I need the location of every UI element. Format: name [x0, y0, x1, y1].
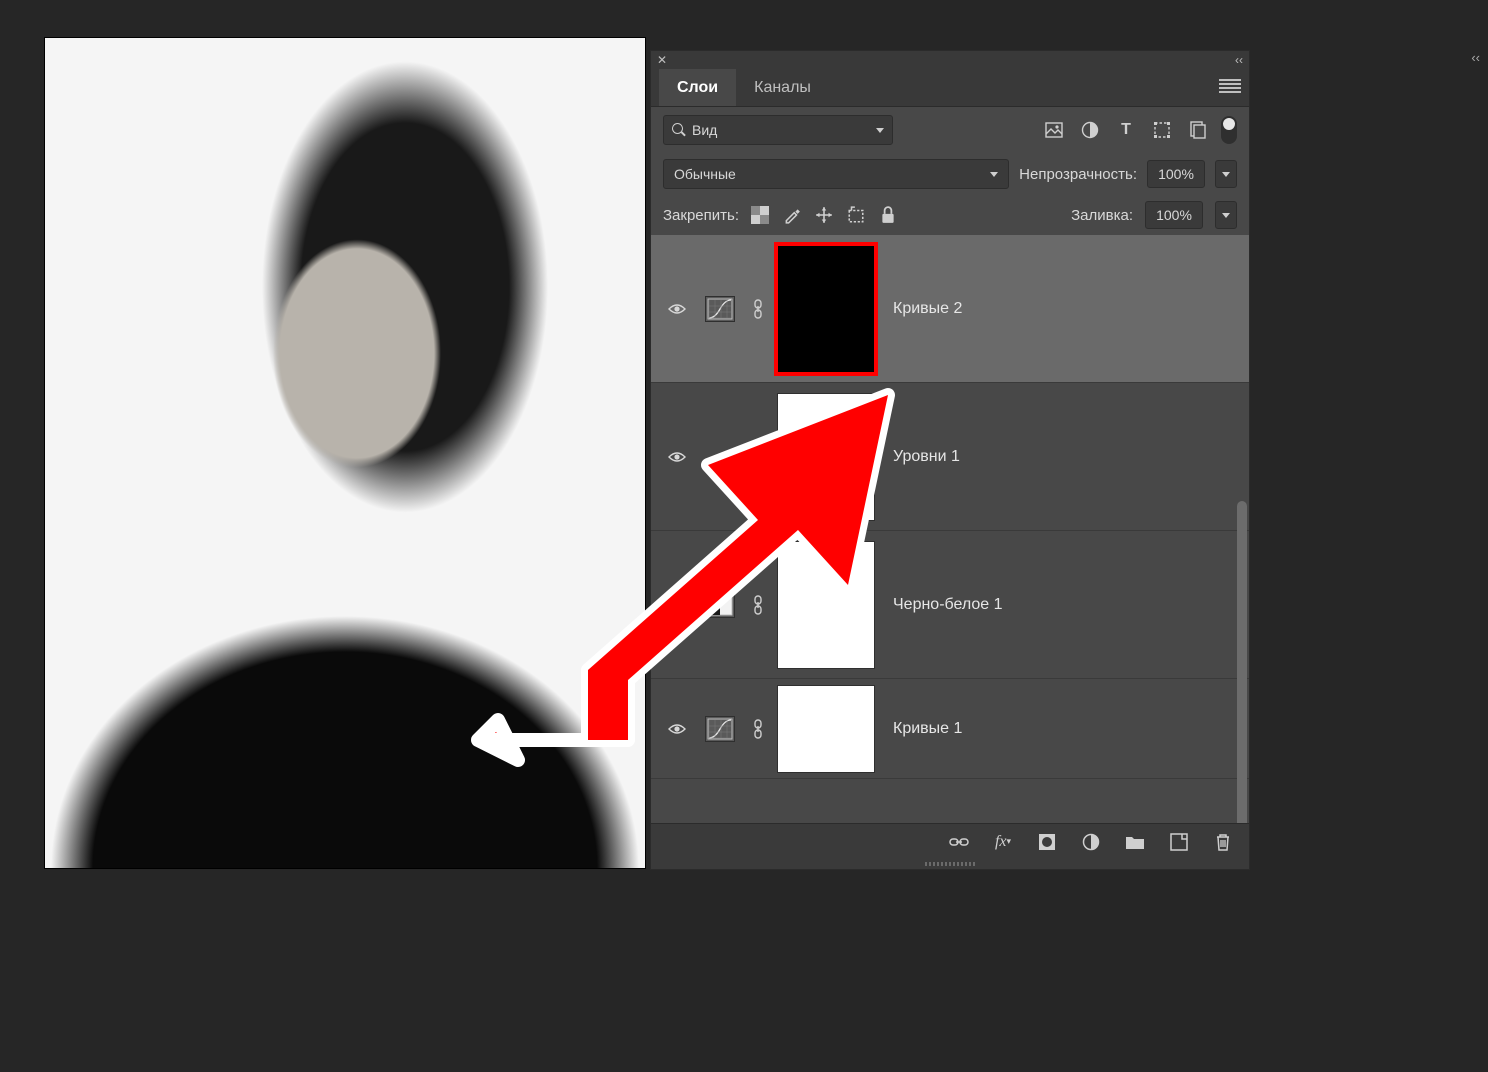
collapse-panels-icon[interactable]: ‹‹	[1471, 50, 1480, 65]
filter-adjustment-icon[interactable]	[1081, 121, 1099, 139]
collapse-icon[interactable]: ‹‹	[1235, 53, 1243, 67]
layer-name[interactable]: Кривые 2	[893, 300, 962, 318]
blend-mode-value: Обычные	[674, 166, 736, 182]
adjustment-thumb-curves[interactable]	[705, 296, 735, 322]
link-icon[interactable]	[749, 595, 767, 615]
visibility-toggle[interactable]	[661, 451, 693, 463]
filter-type-icon[interactable]: T	[1117, 121, 1135, 139]
lock-position-icon[interactable]	[815, 206, 833, 224]
opacity-label: Непрозрачность:	[1019, 166, 1137, 183]
add-mask-icon[interactable]	[1037, 832, 1057, 852]
layer-row[interactable]: Кривые 2	[651, 235, 1249, 383]
opacity-stepper[interactable]	[1215, 160, 1237, 188]
panel-menu-icon[interactable]	[1219, 79, 1241, 93]
filter-type-label: Вид	[692, 122, 717, 138]
fill-label: Заливка:	[1071, 207, 1133, 224]
chevron-down-icon	[990, 172, 998, 177]
lock-row: Закрепить: Заливка: 100%	[651, 195, 1249, 235]
filter-toggle[interactable]	[1221, 116, 1237, 144]
filter-shape-icon[interactable]	[1153, 121, 1171, 139]
canvas-document[interactable]	[45, 38, 645, 868]
filter-smartobject-icon[interactable]	[1189, 121, 1207, 139]
layer-row[interactable]: Уровни 1	[651, 383, 1249, 531]
layer-mask-thumb[interactable]	[777, 393, 875, 521]
fill-stepper[interactable]	[1215, 201, 1237, 229]
filter-image-icon[interactable]	[1045, 121, 1063, 139]
filter-type-select[interactable]: Вид	[663, 115, 893, 145]
delete-layer-icon[interactable]	[1213, 832, 1233, 852]
panel-resize-grip[interactable]	[651, 859, 1249, 869]
link-layers-icon[interactable]	[949, 832, 969, 852]
eye-icon	[668, 723, 686, 735]
layers-list: Кривые 2 Уровни 1 Черно-белое 1 К	[651, 235, 1249, 823]
visibility-toggle[interactable]	[661, 723, 693, 735]
new-layer-icon[interactable]	[1169, 832, 1189, 852]
eye-icon	[668, 451, 686, 463]
eye-icon	[668, 599, 686, 611]
close-icon[interactable]: ✕	[657, 54, 667, 66]
layer-mask-thumb[interactable]	[777, 685, 875, 773]
link-icon[interactable]	[749, 299, 767, 319]
lock-artboard-icon[interactable]	[847, 206, 865, 224]
lock-all-icon[interactable]	[879, 206, 897, 224]
new-adjustment-icon[interactable]	[1081, 832, 1101, 852]
panel-footer: fx▾	[651, 823, 1249, 859]
fill-value[interactable]: 100%	[1145, 201, 1203, 229]
filter-icons: T	[1045, 121, 1207, 139]
link-icon[interactable]	[749, 719, 767, 739]
adjustment-thumb-bw[interactable]	[705, 592, 735, 618]
tab-channels[interactable]: Каналы	[736, 69, 829, 106]
layer-name[interactable]: Уровни 1	[893, 448, 960, 466]
layer-mask-thumb[interactable]	[777, 541, 875, 669]
layer-row[interactable]: Черно-белое 1	[651, 531, 1249, 679]
layer-name[interactable]: Черно-белое 1	[893, 596, 1003, 614]
lock-paint-icon[interactable]	[783, 206, 801, 224]
link-icon[interactable]	[749, 447, 767, 467]
visibility-toggle[interactable]	[661, 303, 693, 315]
blend-mode-select[interactable]: Обычные	[663, 159, 1009, 189]
visibility-toggle[interactable]	[661, 599, 693, 611]
lock-label: Закрепить:	[663, 207, 739, 224]
scrollbar[interactable]	[1237, 501, 1247, 823]
layers-panel: ✕ ‹‹ Слои Каналы Вид T	[650, 50, 1250, 870]
layer-mask-thumb[interactable]	[777, 245, 875, 373]
new-group-icon[interactable]	[1125, 832, 1145, 852]
fx-icon[interactable]: fx▾	[993, 832, 1013, 852]
panel-titlebar: ✕ ‹‹	[651, 51, 1249, 69]
document-image-fg	[45, 548, 645, 868]
layer-row[interactable]: Кривые 1	[651, 679, 1249, 779]
chevron-down-icon	[876, 128, 884, 133]
filter-row: Вид T	[651, 107, 1249, 153]
panel-tabs: Слои Каналы	[651, 69, 1249, 107]
layer-name[interactable]: Кривые 1	[893, 720, 962, 738]
eye-icon	[668, 303, 686, 315]
adjustment-thumb-curves[interactable]	[705, 716, 735, 742]
tab-layers[interactable]: Слои	[659, 69, 736, 106]
search-icon	[672, 123, 686, 137]
blend-row: Обычные Непрозрачность: 100%	[651, 153, 1249, 195]
scrollbar-thumb[interactable]	[1237, 501, 1247, 823]
opacity-value[interactable]: 100%	[1147, 160, 1205, 188]
lock-transparency-icon[interactable]	[751, 206, 769, 224]
